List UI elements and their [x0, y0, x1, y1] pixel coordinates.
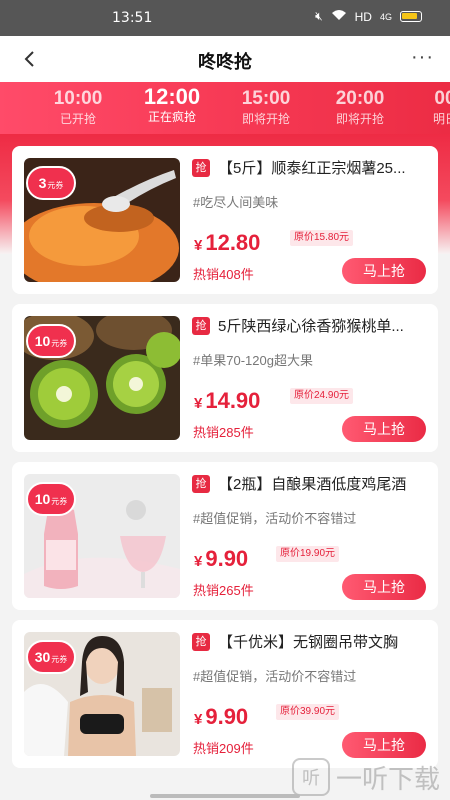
product-card[interactable]: 10 元券 抢 5斤陕西绿心徐香猕猴桃单... #单果70-120g超大果 ¥14… [12, 304, 438, 452]
time-tabs: 0抢 10:00已开抢 12:00正在疯抢 15:00即将开抢 20:00即将开… [0, 82, 450, 134]
buy-now-button[interactable]: 马上抢 [342, 416, 426, 442]
page-title: 咚咚抢 [198, 52, 252, 72]
rush-tag: 抢 [192, 317, 210, 335]
sold-count: 热销408件 [193, 267, 254, 282]
tab-12-00[interactable]: 12:00 正在疯抢 [134, 85, 210, 125]
original-price: 原价19.90元 [276, 546, 340, 562]
status-time: 13:51 [112, 10, 153, 26]
product-price: ¥9.90 [194, 704, 249, 729]
status-icons: 🔇︎ HD 4G [315, 9, 422, 24]
product-card[interactable]: 10 元券 抢 【2瓶】自酿果酒低度鸡尾酒 #超值促销，活动价不容错过 ¥9.90… [12, 462, 438, 610]
watermark: 听 一听下载 [292, 754, 450, 800]
tab-10-00[interactable]: 10:00 已开抢 [40, 87, 116, 127]
product-title[interactable]: 5斤陕西绿心徐香猕猴桃单... [218, 315, 432, 336]
status-bar: 13:51 🔇︎ HD 4G [0, 0, 450, 36]
product-card[interactable]: 30 元券 抢 【千优米】无钢圈吊带文胸 #超值促销，活动价不容错过 ¥9.90 … [12, 620, 438, 768]
sold-count: 热销265件 [193, 583, 254, 598]
nav-bar: 咚咚抢 ··· [0, 36, 450, 82]
product-price: ¥12.80 [194, 230, 261, 255]
sold-count: 热销285件 [193, 425, 254, 440]
product-title[interactable]: 【千优米】无钢圈吊带文胸 [218, 631, 432, 652]
buy-now-button[interactable]: 马上抢 [342, 258, 426, 284]
product-subtitle: #吃尽人间美味 [193, 195, 279, 210]
original-price: 原价39.90元 [276, 704, 340, 720]
tab-15-00[interactable]: 15:00 即将开抢 [228, 87, 304, 127]
home-indicator[interactable] [150, 794, 300, 798]
rush-tag: 抢 [192, 633, 210, 651]
product-price: ¥9.90 [194, 546, 249, 571]
product-card[interactable]: 3 元券 抢 【5斤】顺泰红正宗烟薯25... #吃尽人间美味 ¥12.80 原价… [12, 146, 438, 294]
watermark-logo-icon: 听 [292, 758, 330, 796]
tab-20-00[interactable]: 20:00 即将开抢 [322, 87, 398, 127]
battery-icon [400, 11, 422, 22]
coupon-badge: 30 元券 [26, 640, 76, 674]
network-label: HD [354, 9, 372, 24]
coupon-badge: 10 元券 [26, 482, 76, 516]
rush-tag: 抢 [192, 159, 210, 177]
mute-icon: 🔇︎ [315, 9, 323, 23]
tab-prev[interactable]: 0抢 [0, 87, 12, 127]
product-title[interactable]: 【5斤】顺泰红正宗烟薯25... [218, 157, 432, 178]
product-subtitle: #超值促销，活动价不容错过 [193, 511, 357, 526]
more-icon[interactable]: ··· [411, 46, 434, 69]
signal-label: 4G [379, 11, 392, 22]
buy-now-button[interactable]: 马上抢 [342, 574, 426, 600]
original-price: 原价24.90元 [290, 388, 354, 404]
product-subtitle: #单果70-120g超大果 [193, 353, 313, 368]
product-title[interactable]: 【2瓶】自酿果酒低度鸡尾酒 [218, 473, 432, 494]
coupon-badge: 3 元券 [26, 166, 76, 200]
sold-count: 热销209件 [193, 741, 254, 756]
rush-tag: 抢 [192, 475, 210, 493]
product-price: ¥14.90 [194, 388, 261, 413]
coupon-badge: 10 元券 [26, 324, 76, 358]
watermark-text: 一听下载 [336, 763, 441, 794]
tab-next[interactable]: 00明日 [420, 87, 450, 127]
original-price: 原价15.80元 [290, 230, 354, 246]
wifi-icon [331, 9, 347, 24]
product-subtitle: #超值促销，活动价不容错过 [193, 669, 357, 684]
